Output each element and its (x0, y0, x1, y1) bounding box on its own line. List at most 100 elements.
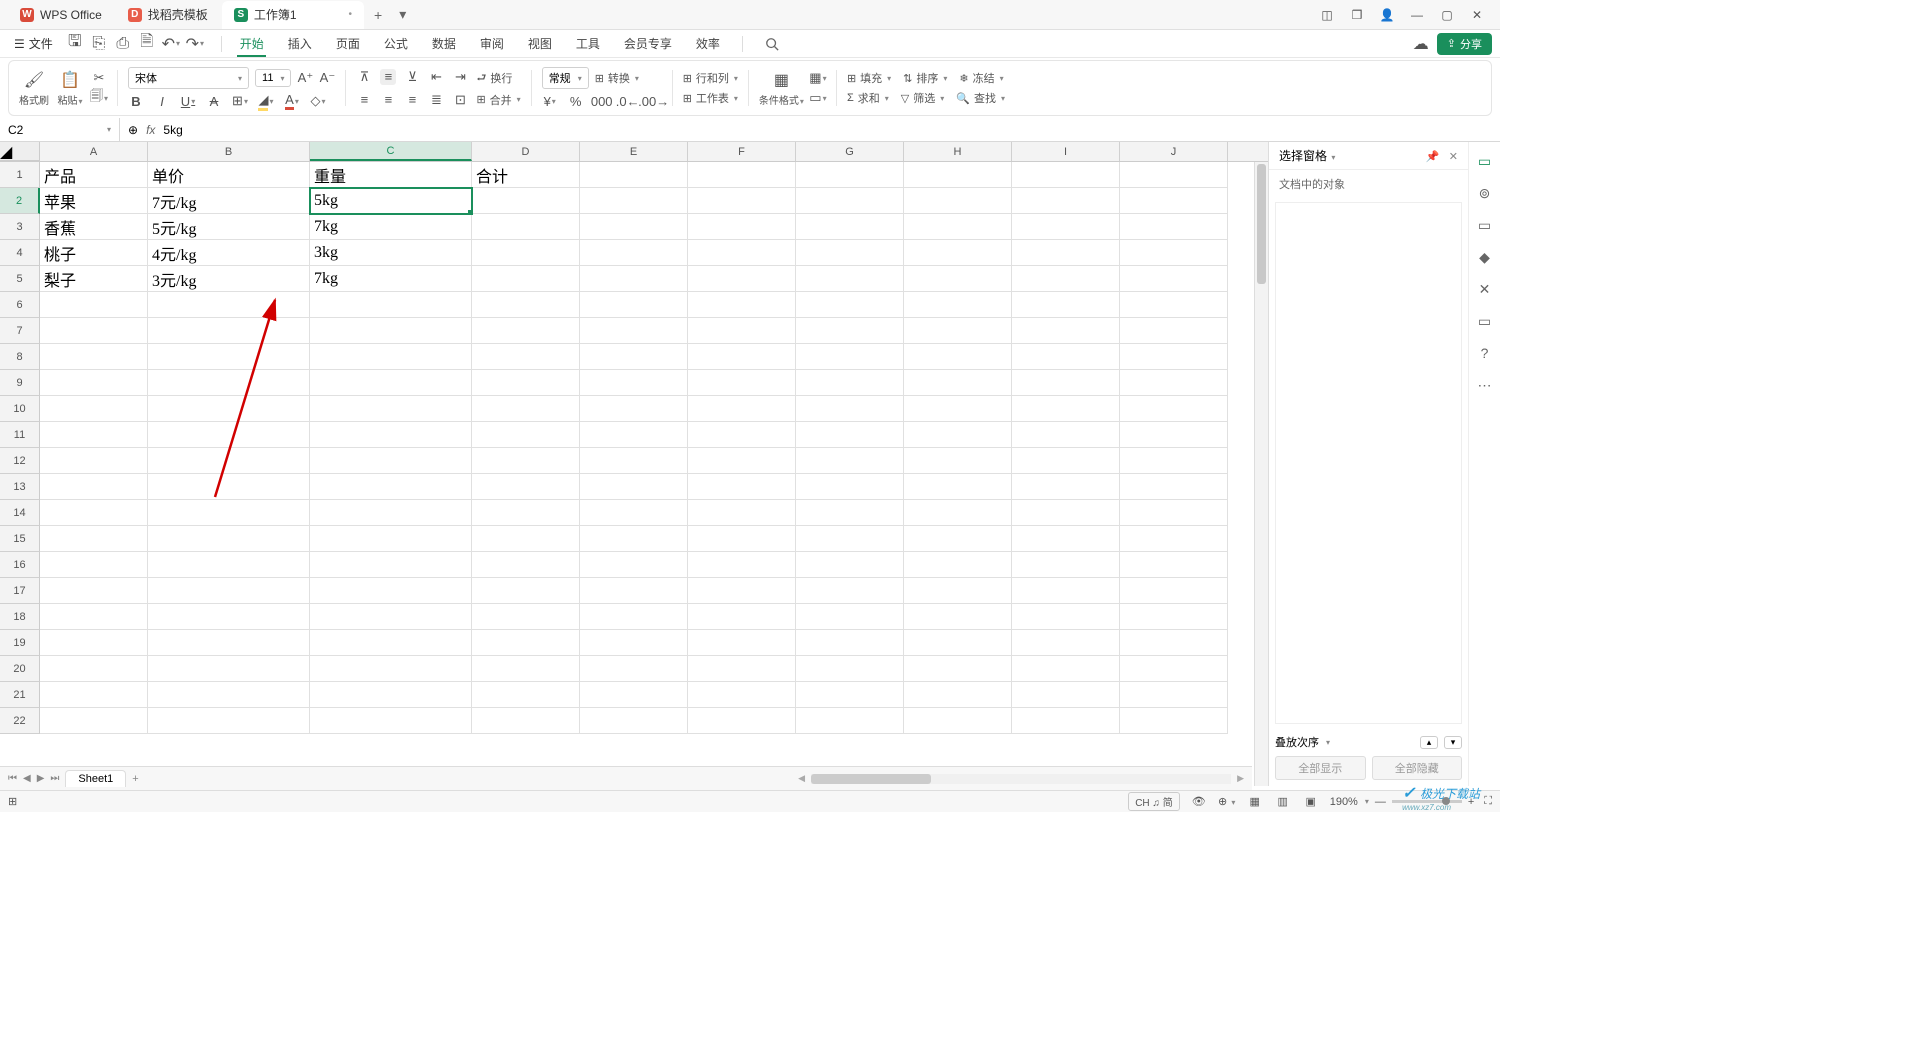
cell-E22[interactable] (580, 708, 688, 734)
cell-D12[interactable] (472, 448, 580, 474)
cell-B21[interactable] (148, 682, 310, 708)
move-down-button[interactable]: ▾ (1444, 736, 1462, 749)
indent-decrease-icon[interactable]: ⇤ (428, 69, 444, 85)
cell-J17[interactable] (1120, 578, 1228, 604)
cell-F22[interactable] (688, 708, 796, 734)
cell-C17[interactable] (310, 578, 472, 604)
cell-C6[interactable] (310, 292, 472, 318)
cell-I16[interactable] (1012, 552, 1120, 578)
cell-I21[interactable] (1012, 682, 1120, 708)
cell-D21[interactable] (472, 682, 580, 708)
share-button[interactable]: ⇪ 分享 (1437, 33, 1492, 55)
cell-E20[interactable] (580, 656, 688, 682)
cell-C2[interactable]: 5kg (310, 188, 472, 214)
row-header-16[interactable]: 16 (0, 552, 40, 578)
cell-B6[interactable] (148, 292, 310, 318)
cell-B19[interactable] (148, 630, 310, 656)
cursor-select-icon[interactable]: ▭ (1476, 152, 1494, 170)
cell-D1[interactable]: 合计 (472, 162, 580, 188)
cell-J16[interactable] (1120, 552, 1228, 578)
col-header-A[interactable]: A (40, 142, 148, 161)
col-header-E[interactable]: E (580, 142, 688, 161)
tab-member[interactable]: 会员专享 (612, 30, 684, 57)
cell-I10[interactable] (1012, 396, 1120, 422)
cell-H1[interactable] (904, 162, 1012, 188)
table-style-icon[interactable]: ▦▾ (810, 70, 826, 86)
bold-icon[interactable]: B (128, 93, 144, 109)
align-bottom-icon[interactable]: ⊻ (404, 69, 420, 85)
cell-J4[interactable] (1120, 240, 1228, 266)
cell-C10[interactable] (310, 396, 472, 422)
cloud-icon[interactable]: ☁ (1413, 36, 1429, 52)
row-header-18[interactable]: 18 (0, 604, 40, 630)
worksheet-button[interactable]: ⊞工作表▾ (683, 90, 738, 106)
cut-icon[interactable]: ✂ (91, 70, 107, 86)
col-header-D[interactable]: D (472, 142, 580, 161)
cell-A22[interactable] (40, 708, 148, 734)
cell-H5[interactable] (904, 266, 1012, 292)
target-icon[interactable]: ⊕ ▾ (1218, 795, 1236, 808)
cell-J13[interactable] (1120, 474, 1228, 500)
cell-B11[interactable] (148, 422, 310, 448)
cell-H3[interactable] (904, 214, 1012, 240)
align-top-icon[interactable]: ⊼ (356, 69, 372, 85)
cell-E4[interactable] (580, 240, 688, 266)
cell-H12[interactable] (904, 448, 1012, 474)
cell-D13[interactable] (472, 474, 580, 500)
cell-D3[interactable] (472, 214, 580, 240)
cell-D4[interactable] (472, 240, 580, 266)
cell-D20[interactable] (472, 656, 580, 682)
cell-E17[interactable] (580, 578, 688, 604)
cell-I14[interactable] (1012, 500, 1120, 526)
cell-E2[interactable] (580, 188, 688, 214)
cell-C14[interactable] (310, 500, 472, 526)
cell-G20[interactable] (796, 656, 904, 682)
cell-B14[interactable] (148, 500, 310, 526)
style-icon[interactable]: ◆ (1476, 248, 1494, 266)
cell-C20[interactable] (310, 656, 472, 682)
cell-G5[interactable] (796, 266, 904, 292)
cell-G4[interactable] (796, 240, 904, 266)
cells-area[interactable]: 产品单价重量合计苹果7元/kg5kg香蕉5元/kg7kg桃子4元/kg3kg梨子… (40, 162, 1228, 734)
row-header-10[interactable]: 10 (0, 396, 40, 422)
col-header-C[interactable]: C (310, 142, 472, 161)
app-tab[interactable]: W WPS Office (8, 1, 114, 29)
rowcol-button[interactable]: ⊞行和列▾ (683, 70, 738, 86)
col-header-J[interactable]: J (1120, 142, 1228, 161)
cell-C7[interactable] (310, 318, 472, 344)
cell-I2[interactable] (1012, 188, 1120, 214)
cell-I7[interactable] (1012, 318, 1120, 344)
cell-I22[interactable] (1012, 708, 1120, 734)
cell-F3[interactable] (688, 214, 796, 240)
decrease-font-icon[interactable]: A⁻ (319, 70, 335, 86)
cell-H14[interactable] (904, 500, 1012, 526)
cell-D6[interactable] (472, 292, 580, 318)
cell-D9[interactable] (472, 370, 580, 396)
convert-button[interactable]: ⊞转换▾ (595, 67, 639, 89)
cell-E19[interactable] (580, 630, 688, 656)
cell-I12[interactable] (1012, 448, 1120, 474)
cell-C12[interactable] (310, 448, 472, 474)
eye-icon[interactable]: 👁 (1190, 795, 1208, 808)
percent-icon[interactable]: % (568, 93, 584, 109)
clear-format-icon[interactable]: ◇▾ (310, 93, 326, 109)
cell-G21[interactable] (796, 682, 904, 708)
cell-F8[interactable] (688, 344, 796, 370)
cell-C19[interactable] (310, 630, 472, 656)
cell-B2[interactable]: 7元/kg (148, 188, 310, 214)
cell-G13[interactable] (796, 474, 904, 500)
tab-tools[interactable]: 工具 (564, 30, 612, 57)
tab-review[interactable]: 审阅 (468, 30, 516, 57)
border-icon[interactable]: ⊞▾ (232, 93, 248, 109)
cell-J18[interactable] (1120, 604, 1228, 630)
font-size-select[interactable]: 11▾ (255, 69, 291, 87)
layers-icon[interactable]: ▭ (1476, 216, 1494, 234)
zoom-value[interactable]: 190% (1330, 796, 1358, 808)
col-header-B[interactable]: B (148, 142, 310, 161)
row-header-7[interactable]: 7 (0, 318, 40, 344)
paste-button[interactable]: 📋粘贴▾ (55, 70, 85, 107)
cell-B18[interactable] (148, 604, 310, 630)
cell-G22[interactable] (796, 708, 904, 734)
select-all-corner[interactable]: ◢ (0, 142, 40, 161)
cell-E13[interactable] (580, 474, 688, 500)
